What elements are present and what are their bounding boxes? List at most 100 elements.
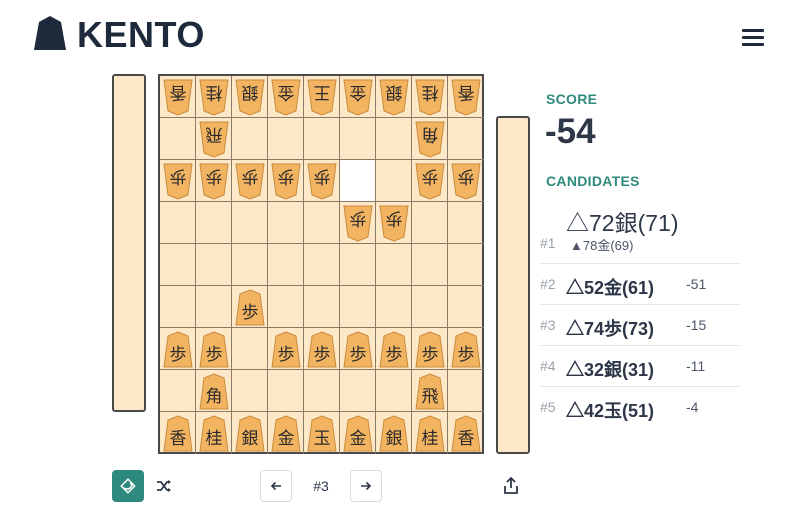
shogi-piece[interactable]: 歩: [451, 163, 481, 200]
shogi-piece[interactable]: 金: [343, 415, 373, 452]
board-square[interactable]: [376, 286, 412, 328]
board-square[interactable]: [340, 286, 376, 328]
shogi-piece[interactable]: 銀: [235, 79, 265, 116]
gote-hand-area[interactable]: [112, 74, 146, 412]
shogi-piece[interactable]: 桂: [199, 79, 229, 116]
shogi-piece[interactable]: 歩: [163, 331, 193, 368]
shogi-piece[interactable]: 香: [451, 415, 481, 452]
board-square[interactable]: [268, 118, 304, 160]
shogi-piece[interactable]: 歩: [343, 331, 373, 368]
shuffle-button[interactable]: [150, 472, 178, 500]
board-square[interactable]: [232, 118, 268, 160]
candidate-item[interactable]: #4 △32銀(31) -11: [540, 346, 740, 387]
board-square[interactable]: [160, 244, 196, 286]
shogi-piece[interactable]: 金: [343, 79, 373, 116]
shogi-piece[interactable]: 歩: [235, 163, 265, 200]
shogi-piece[interactable]: 歩: [199, 331, 229, 368]
shogi-piece[interactable]: 銀: [235, 415, 265, 452]
shogi-piece[interactable]: 金: [271, 415, 301, 452]
board-square[interactable]: [376, 370, 412, 412]
shogi-piece[interactable]: 王: [307, 79, 337, 116]
shogi-piece[interactable]: 玉: [307, 415, 337, 452]
candidate-item[interactable]: #5 △42玉(51) -4: [540, 387, 740, 427]
board-square[interactable]: [304, 118, 340, 160]
board-square[interactable]: [412, 286, 448, 328]
sente-hand-area[interactable]: [496, 116, 530, 454]
board-square[interactable]: [412, 202, 448, 244]
shogi-piece[interactable]: 歩: [235, 289, 265, 326]
shogi-piece[interactable]: 歩: [415, 163, 445, 200]
shogi-piece[interactable]: 歩: [271, 331, 301, 368]
piece-label: 王: [313, 82, 331, 103]
board-square[interactable]: [232, 202, 268, 244]
shogi-piece[interactable]: 桂: [415, 415, 445, 452]
board-square[interactable]: [340, 370, 376, 412]
board-square[interactable]: [448, 370, 484, 412]
shogi-piece[interactable]: 歩: [199, 163, 229, 200]
flip-board-button[interactable]: [112, 470, 144, 502]
shogi-piece[interactable]: 飛: [415, 373, 445, 410]
board-square[interactable]: [376, 244, 412, 286]
shogi-piece[interactable]: 飛: [199, 121, 229, 158]
shogi-piece[interactable]: 角: [199, 373, 229, 410]
previous-move-button[interactable]: [260, 470, 292, 502]
board-square[interactable]: [160, 118, 196, 160]
candidate-item[interactable]: #2 △52金(61) -51: [540, 264, 740, 305]
board-square[interactable]: [232, 370, 268, 412]
board-square[interactable]: [448, 118, 484, 160]
board-square[interactable]: [340, 118, 376, 160]
shogi-piece[interactable]: 歩: [451, 331, 481, 368]
shogi-piece[interactable]: 桂: [199, 415, 229, 452]
shogi-board[interactable]: 香桂銀金王金銀桂香飛角歩歩歩歩歩歩歩歩歩歩歩歩歩歩歩歩歩歩角飛香桂銀金玉金銀桂香: [158, 74, 484, 454]
shogi-piece[interactable]: 歩: [343, 205, 373, 242]
board-square[interactable]: [196, 286, 232, 328]
board-square[interactable]: [268, 370, 304, 412]
next-move-button[interactable]: [350, 470, 382, 502]
board-square[interactable]: [448, 244, 484, 286]
shogi-piece[interactable]: 銀: [379, 79, 409, 116]
board-square[interactable]: [268, 244, 304, 286]
shogi-piece[interactable]: 角: [415, 121, 445, 158]
board-square[interactable]: [448, 286, 484, 328]
board-square[interactable]: [340, 244, 376, 286]
board-square[interactable]: [232, 328, 268, 370]
shogi-piece[interactable]: 歩: [307, 163, 337, 200]
board-square[interactable]: [304, 244, 340, 286]
board-square[interactable]: [232, 244, 268, 286]
board-square[interactable]: [268, 286, 304, 328]
board-square[interactable]: [340, 160, 376, 202]
shogi-piece[interactable]: 歩: [415, 331, 445, 368]
piece-label: 歩: [313, 166, 331, 187]
board-square[interactable]: [160, 202, 196, 244]
shogi-piece[interactable]: 香: [163, 415, 193, 452]
board-square[interactable]: [268, 202, 304, 244]
board-square[interactable]: [412, 244, 448, 286]
share-button[interactable]: [497, 472, 525, 500]
shogi-piece[interactable]: 香: [451, 79, 481, 116]
board-square[interactable]: [196, 244, 232, 286]
board-square[interactable]: [304, 202, 340, 244]
shogi-piece[interactable]: 歩: [307, 331, 337, 368]
shogi-piece[interactable]: 香: [163, 79, 193, 116]
shogi-piece[interactable]: 歩: [379, 205, 409, 242]
brand-title[interactable]: KENTO: [77, 14, 205, 56]
shogi-piece[interactable]: 桂: [415, 79, 445, 116]
board-square[interactable]: [196, 202, 232, 244]
board-square[interactable]: [376, 118, 412, 160]
shogi-piece[interactable]: 銀: [379, 415, 409, 452]
hamburger-menu-icon[interactable]: [740, 26, 768, 48]
shogi-piece[interactable]: 金: [271, 79, 301, 116]
board-square[interactable]: [160, 286, 196, 328]
board-square[interactable]: [304, 286, 340, 328]
candidate-item[interactable]: #3 △74歩(73) -15: [540, 305, 740, 346]
shogi-piece[interactable]: 歩: [163, 163, 193, 200]
piece-label: 香: [457, 82, 475, 103]
board-square[interactable]: [160, 370, 196, 412]
board-square[interactable]: [448, 202, 484, 244]
candidate-item[interactable]: △72銀(71) #1 ▲78金(69): [540, 200, 740, 264]
candidate-value: -51: [686, 276, 707, 292]
shogi-piece[interactable]: 歩: [271, 163, 301, 200]
shogi-piece[interactable]: 歩: [379, 331, 409, 368]
board-square[interactable]: [376, 160, 412, 202]
board-square[interactable]: [304, 370, 340, 412]
